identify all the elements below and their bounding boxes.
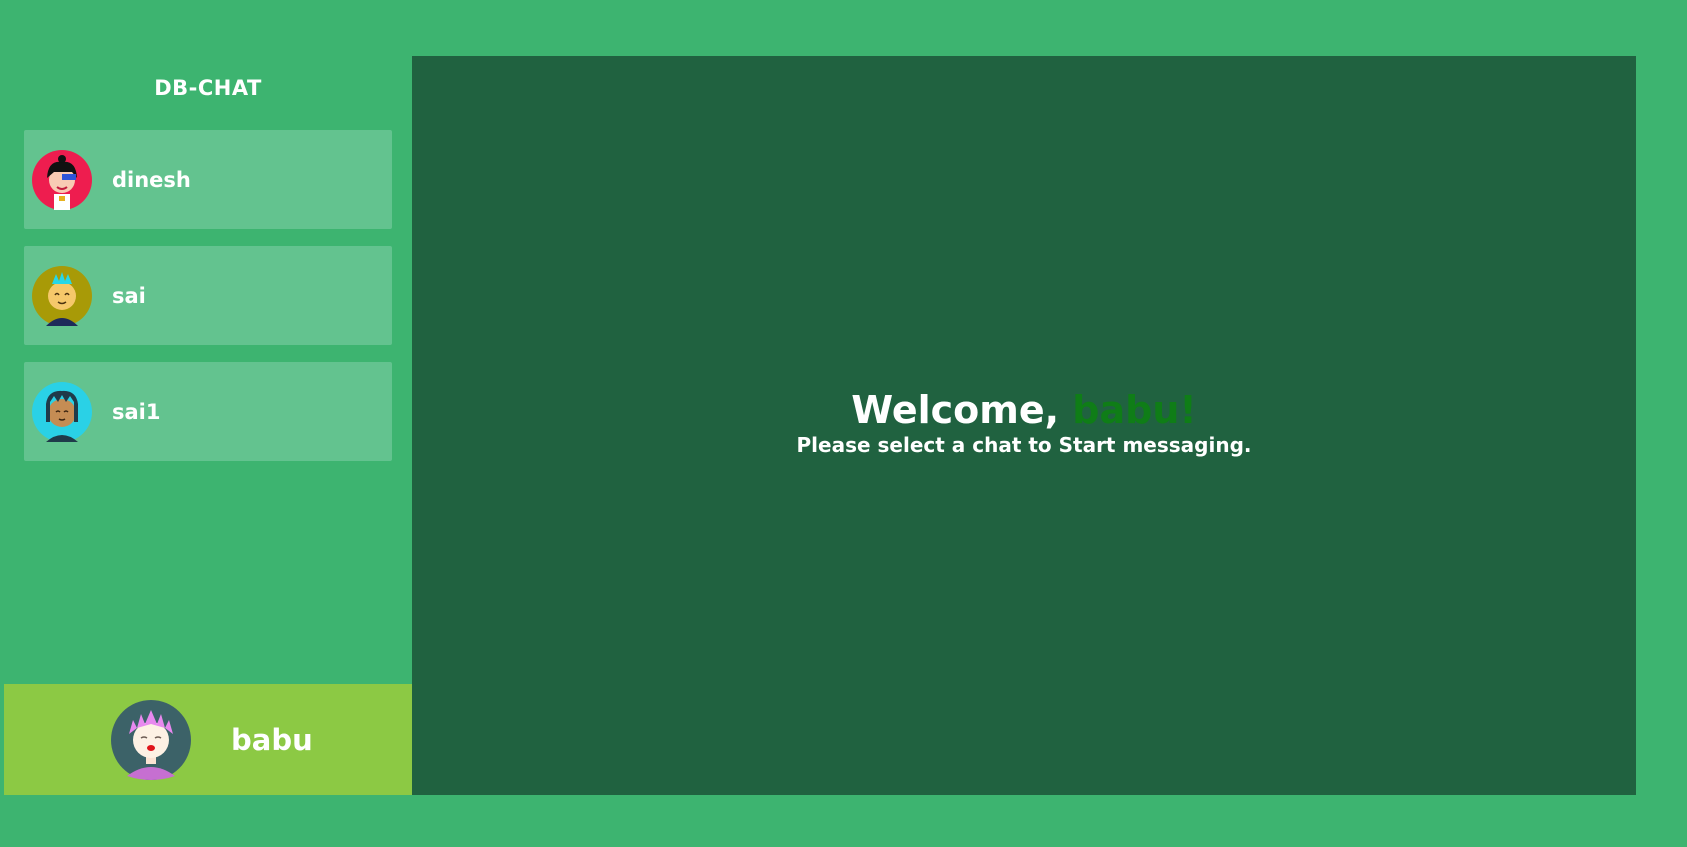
app-title: DB-CHAT [154,76,262,100]
avatar-babu-icon [111,699,191,780]
welcome-prefix: Welcome, [851,387,1073,432]
contact-list: dinesh sai sai1 [24,130,392,478]
current-user-name: babu [231,722,313,757]
avatar-sai1-icon [32,381,92,442]
current-user-profile[interactable]: babu [4,684,412,795]
contact-name: sai1 [112,399,161,424]
avatar-dinesh-icon [32,149,92,210]
contact-item-sai[interactable]: sai [24,246,392,345]
sidebar: DB-CHAT dinesh sai sai1 babu [4,56,412,795]
chat-placeholder-panel: Welcome, babu! Please select a chat to S… [412,56,1636,795]
welcome-username: babu! [1072,387,1197,432]
chat-app: DB-CHAT dinesh sai sai1 babu Welcome, ba… [4,56,1636,795]
avatar-sai-icon [32,265,92,326]
contact-item-dinesh[interactable]: dinesh [24,130,392,229]
welcome-heading: Welcome, babu! [797,389,1252,431]
contact-name: sai [112,283,146,308]
contact-name: dinesh [112,167,191,192]
welcome-message: Welcome, babu! Please select a chat to S… [797,389,1252,457]
welcome-subtitle: Please select a chat to Start messaging. [796,432,1252,457]
contact-item-sai1[interactable]: sai1 [24,362,392,461]
